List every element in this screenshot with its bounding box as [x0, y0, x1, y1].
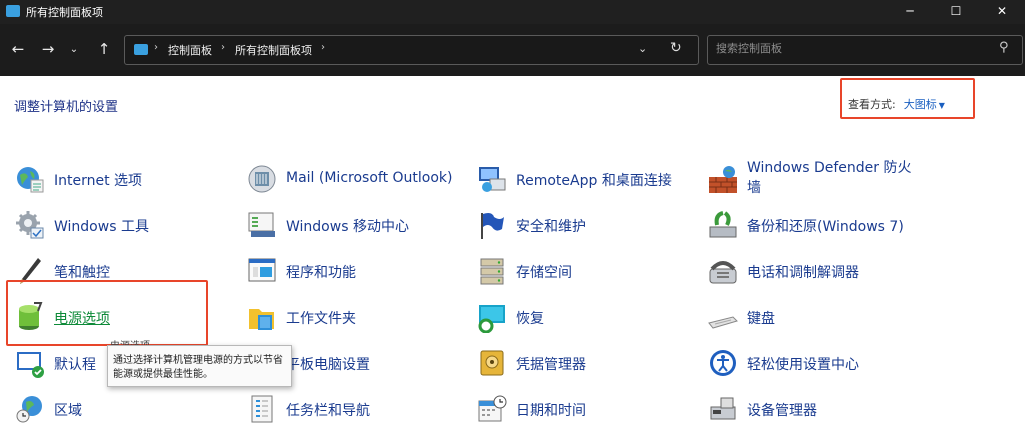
keyboard-icon — [708, 316, 738, 329]
folder-icon — [249, 309, 274, 330]
item-windows-defender[interactable]: Windows Defender 防火墙 — [707, 158, 932, 198]
item-label[interactable]: 笔和触控 — [54, 262, 110, 282]
globe-icon — [17, 167, 44, 193]
device-manager-icon — [710, 397, 736, 420]
item-internet-options[interactable]: Internet 选项 — [14, 158, 239, 198]
forward-button[interactable]: → — [38, 40, 58, 58]
item-label[interactable]: 日期和时间 — [516, 400, 586, 420]
item-device-manager[interactable]: 设备管理器 — [707, 388, 932, 428]
item-phone-modem[interactable]: 电话和调制解调器 — [707, 250, 932, 290]
backup-icon — [709, 211, 737, 238]
maximize-button[interactable]: ☐ — [933, 0, 979, 24]
recovery-icon — [478, 305, 505, 333]
item-date-time[interactable]: 日期和时间 — [476, 388, 701, 428]
item-label[interactable]: 任务栏和导航 — [286, 400, 370, 420]
minimize-button[interactable]: ─ — [887, 0, 933, 24]
item-label[interactable]: 恢复 — [516, 308, 544, 328]
close-button[interactable]: ✕ — [979, 0, 1025, 24]
item-region[interactable]: 区域 — [14, 388, 239, 428]
firewall-icon — [709, 166, 737, 193]
item-label[interactable]: 平板电脑设置 — [286, 354, 370, 374]
item-label[interactable]: 电话和调制解调器 — [747, 262, 859, 282]
item-label[interactable]: 程序和功能 — [286, 262, 356, 282]
item-label[interactable]: Mail (Microsoft Outlook) — [286, 170, 452, 186]
default-programs-icon — [17, 352, 44, 378]
item-label[interactable]: 存储空间 — [516, 262, 572, 282]
item-label[interactable]: RemoteApp 和桌面连接 — [516, 170, 672, 190]
item-label[interactable]: 默认程 — [54, 354, 96, 374]
item-storage-spaces[interactable]: 存储空间 — [476, 250, 701, 290]
item-label[interactable]: 备份和还原(Windows 7) — [747, 216, 904, 236]
mail-icon — [248, 165, 276, 193]
page-heading: 调整计算机的设置 — [14, 100, 119, 115]
item-label[interactable]: Internet 选项 — [54, 170, 142, 190]
search-icon[interactable]: ⚲ — [999, 40, 1009, 55]
item-work-folders[interactable]: 工作文件夹 — [246, 296, 471, 336]
accessibility-icon — [710, 350, 736, 376]
recent-locations-button[interactable]: ⌄ — [64, 44, 84, 55]
item-security-maintenance[interactable]: 安全和维护 — [476, 204, 701, 244]
gear-icon — [16, 211, 44, 239]
item-recovery[interactable]: 恢复 — [476, 296, 701, 336]
item-windows-mobility[interactable]: Windows 移动中心 — [246, 204, 471, 244]
tooltip: 通过选择计算机管理电源的方式以节省能源或提供最佳性能。 — [107, 345, 292, 387]
flag-icon — [481, 213, 504, 239]
programs-icon — [248, 258, 276, 282]
item-label[interactable]: 安全和维护 — [516, 216, 586, 236]
item-label[interactable]: Windows Defender 防火墙 — [747, 158, 925, 198]
globe-clock-icon — [16, 396, 42, 423]
item-taskbar-navigation[interactable]: 任务栏和导航 — [246, 388, 471, 428]
item-keyboard[interactable]: 键盘 — [707, 296, 932, 336]
address-toolbar: ← → ⌄ ↑ › 控制面板 › 所有控制面板项 › ⌄ ↻ ⚲ — [0, 24, 1025, 76]
search-input[interactable] — [716, 42, 976, 55]
breadcrumb-all-items[interactable]: 所有控制面板项 — [235, 42, 312, 58]
item-label[interactable]: 工作文件夹 — [286, 308, 356, 328]
credential-vault-icon — [480, 350, 504, 376]
control-panel-icon — [6, 5, 20, 17]
item-label[interactable]: 设备管理器 — [747, 400, 817, 420]
item-label[interactable]: 键盘 — [747, 308, 775, 328]
tooltip-text: 通过选择计算机管理电源的方式以节省能源或提供最佳性能。 — [113, 355, 283, 380]
search-box[interactable]: ⚲ — [707, 35, 1023, 65]
item-label[interactable]: 区域 — [54, 400, 82, 420]
item-windows-tools[interactable]: Windows 工具 — [14, 204, 239, 244]
breadcrumb-separator[interactable]: › — [221, 42, 225, 53]
item-label[interactable]: Windows 移动中心 — [286, 216, 409, 236]
window-title: 所有控制面板项 — [26, 6, 103, 19]
item-mail[interactable]: Mail (Microsoft Outlook) — [246, 158, 471, 198]
title-bar: 所有控制面板项 ─ ☐ ✕ — [0, 0, 1025, 24]
control-panel-icon — [134, 44, 148, 55]
back-button[interactable]: ← — [8, 40, 28, 58]
item-label[interactable]: 凭据管理器 — [516, 354, 586, 374]
chevron-down-icon[interactable]: ⌄ — [638, 42, 647, 55]
address-bar[interactable]: › 控制面板 › 所有控制面板项 › ⌄ ↻ — [124, 35, 699, 65]
item-credential-manager[interactable]: 凭据管理器 — [476, 342, 701, 382]
item-remoteapp[interactable]: RemoteApp 和桌面连接 — [476, 158, 701, 198]
breadcrumb-control-panel[interactable]: 控制面板 — [168, 42, 212, 58]
highlight-box-view-mode — [840, 78, 975, 119]
breadcrumb-separator[interactable]: › — [321, 42, 325, 53]
item-label[interactable]: 轻松使用设置中心 — [747, 354, 859, 374]
breadcrumb-separator: › — [154, 42, 158, 53]
item-label[interactable]: Windows 工具 — [54, 216, 149, 236]
item-ease-of-access[interactable]: 轻松使用设置中心 — [707, 342, 932, 382]
item-programs-features[interactable]: 程序和功能 — [246, 250, 471, 290]
refresh-icon[interactable]: ↻ — [670, 40, 682, 56]
item-backup-restore[interactable]: 备份和还原(Windows 7) — [707, 204, 932, 244]
highlight-box-power-options — [6, 280, 208, 346]
phone-icon — [709, 261, 737, 284]
mobility-center-icon — [248, 212, 275, 237]
taskbar-icon — [251, 395, 273, 423]
calendar-clock-icon — [478, 395, 507, 422]
storage-icon — [480, 258, 504, 285]
up-button[interactable]: ↑ — [94, 40, 114, 58]
remote-desktop-icon — [479, 167, 506, 192]
